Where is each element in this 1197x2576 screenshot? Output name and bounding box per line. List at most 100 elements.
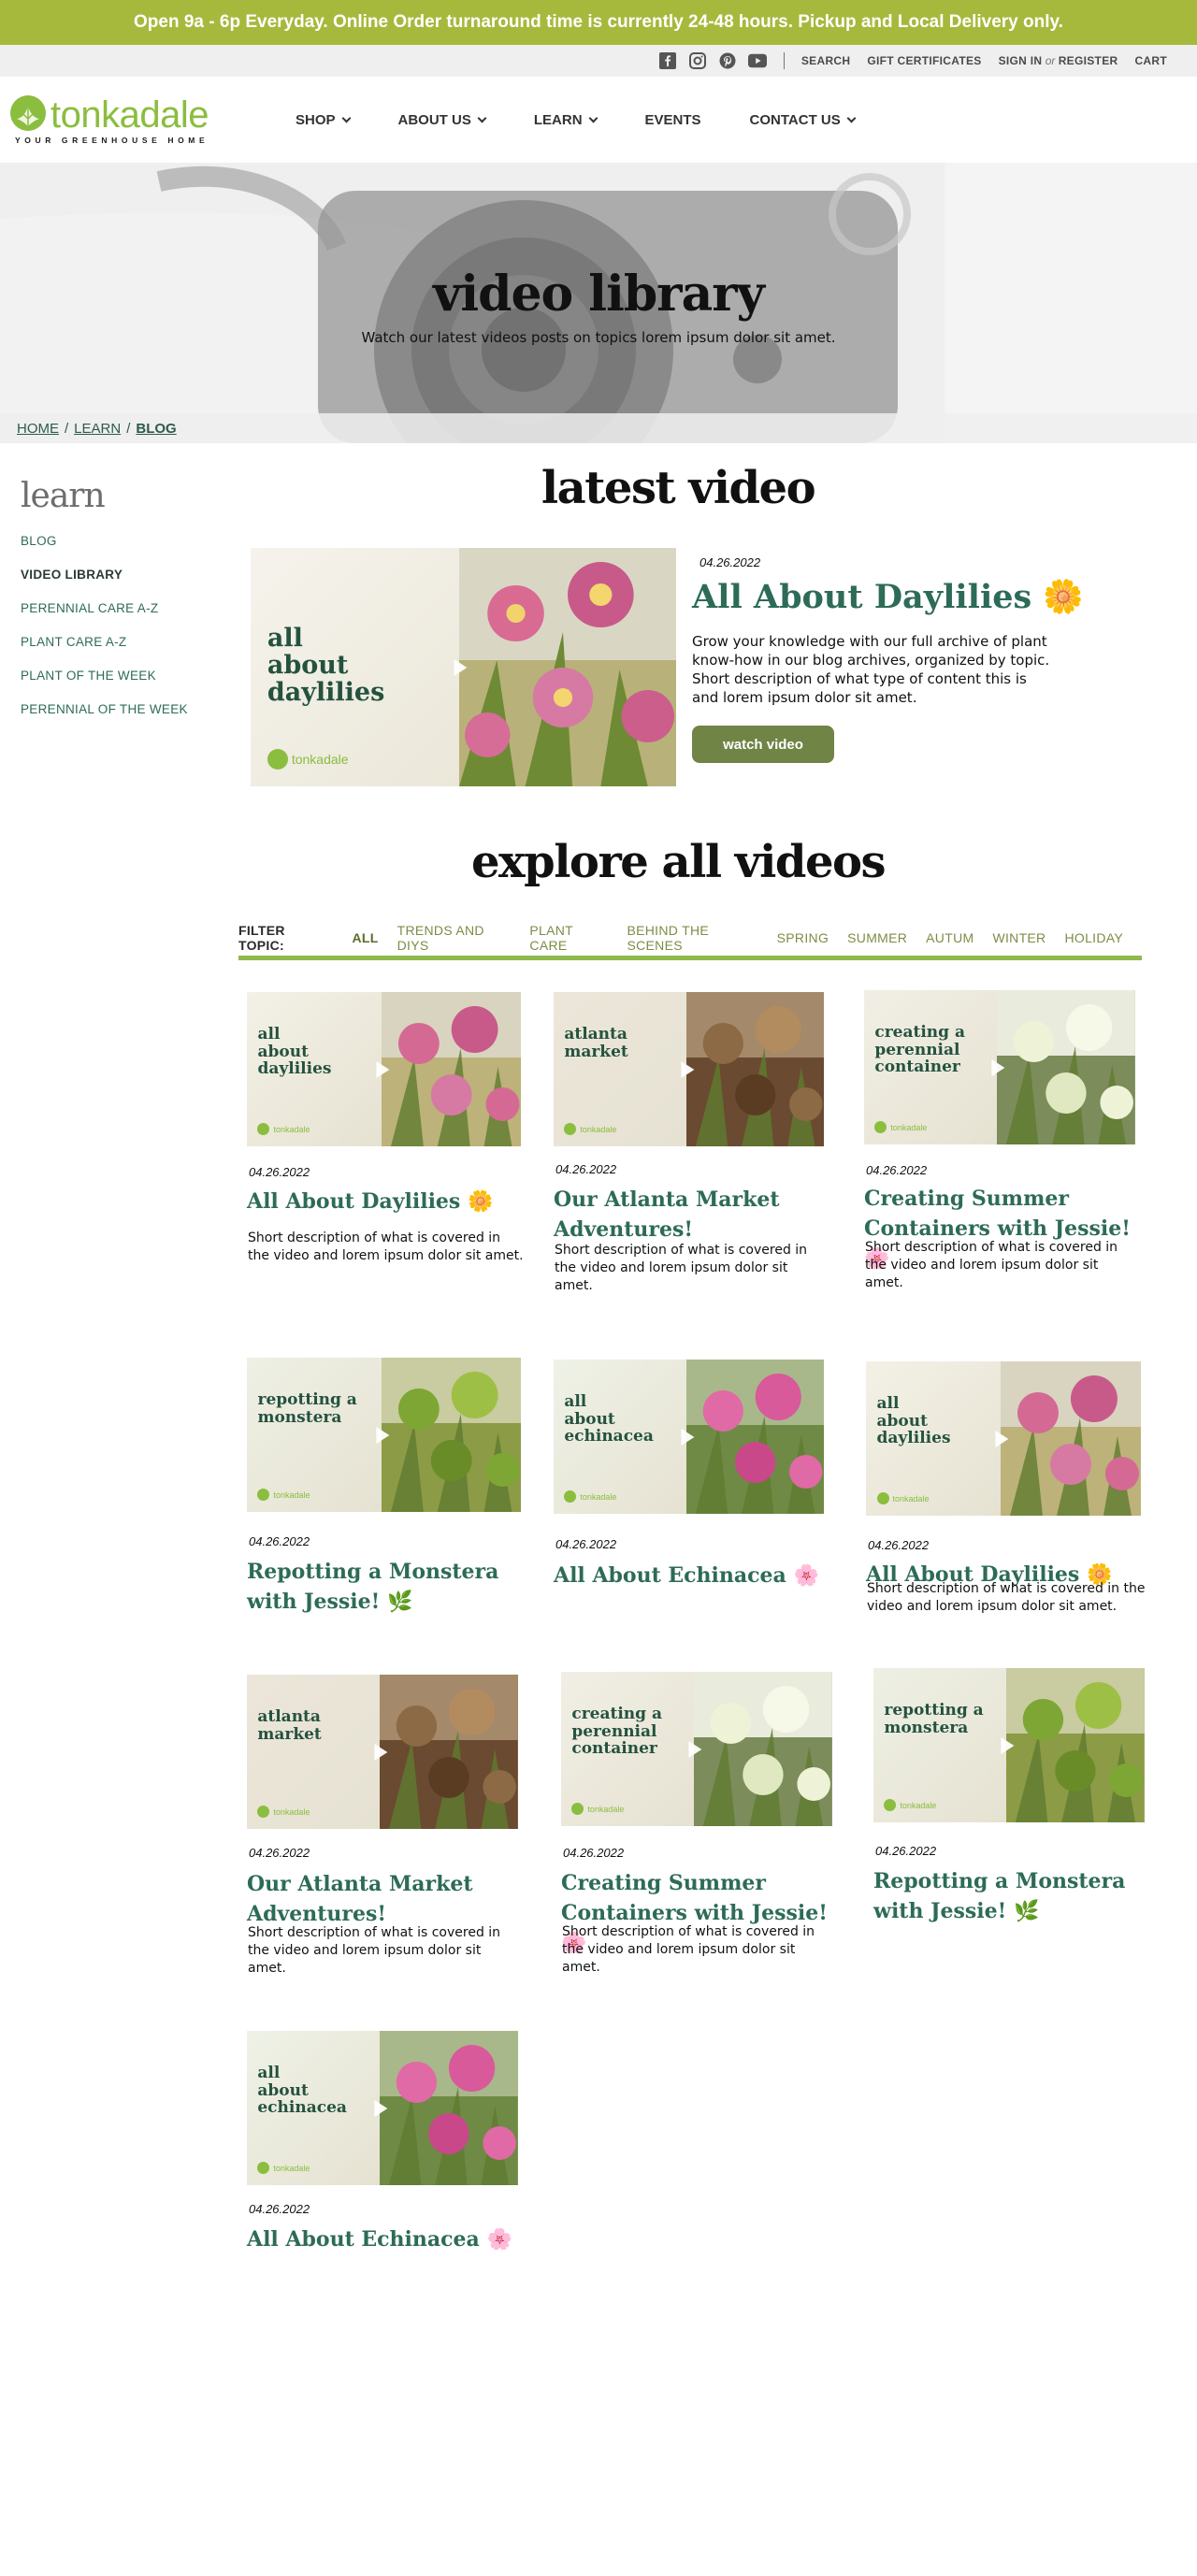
sidebar-item-perennial-of-week[interactable]: PERENNIAL OF THE WEEK xyxy=(21,700,226,734)
plant-photo-image xyxy=(694,1672,832,1826)
chevron-down-icon xyxy=(846,113,857,122)
nav-about-us[interactable]: ABOUT US xyxy=(374,112,510,128)
thumbnail-title-panel: repotting a monstera tonkadale xyxy=(873,1668,1007,1822)
sidebar-item-blog[interactable]: BLOG xyxy=(21,532,226,566)
instagram-icon[interactable] xyxy=(688,51,707,70)
leaf-logo-icon xyxy=(257,1123,270,1136)
latest-video-thumbnail[interactable]: all about daylilies tonkadale xyxy=(251,548,676,786)
filter-plant-care[interactable]: PLANT CARE xyxy=(529,923,608,953)
video-description: Short description of what is covered in … xyxy=(555,1243,808,1293)
filter-holiday[interactable]: HOLIDAY xyxy=(1064,930,1123,945)
latest-video-date: 04.26.2022 xyxy=(699,555,761,569)
filter-all[interactable]: ALL xyxy=(352,930,378,945)
breadcrumb: HOME / LEARN / BLOG xyxy=(0,413,1197,443)
sidebar-item-video-library[interactable]: VIDEO LIBRARY xyxy=(21,566,226,599)
video-date: 04.26.2022 xyxy=(249,1534,310,1548)
plant-photo-image xyxy=(685,992,824,1146)
plant-photo-image xyxy=(1006,1668,1145,1822)
leaf-logo-icon xyxy=(257,2162,270,2175)
video-thumbnail[interactable]: atlanta market tonkadale xyxy=(554,992,824,1146)
facebook-icon[interactable] xyxy=(658,51,677,70)
video-title[interactable]: Our Atlanta Market Adventures! xyxy=(247,1869,522,1929)
nav-events-label: EVENTS xyxy=(644,111,701,128)
latest-video-description: Grow your knowledge with our full archiv… xyxy=(692,633,1050,706)
play-icon xyxy=(374,1743,388,1761)
leaf-logo-icon xyxy=(876,1492,889,1505)
sidebar-item-plant-care[interactable]: PLANT CARE A-Z xyxy=(21,633,226,667)
breadcrumb-home[interactable]: HOME xyxy=(17,421,59,437)
video-thumbnail[interactable]: creating a perennial container tonkadale xyxy=(561,1672,832,1826)
site-logo[interactable]: tonkadale YOUR GREENHOUSE HOME xyxy=(9,94,224,145)
emoji-icon: 🌼 xyxy=(468,1190,494,1214)
flower-emoji-icon: 🌼 xyxy=(1043,579,1085,616)
thumbnail-brand: tonkadale xyxy=(874,1121,927,1134)
filter-spring[interactable]: SPRING xyxy=(777,930,829,945)
filter-winter[interactable]: WINTER xyxy=(992,930,1046,945)
thumbnail-photo xyxy=(380,1675,518,1829)
video-thumbnail[interactable]: all about echinacea tonkadale xyxy=(247,2031,518,2185)
thumbnail-brand-text: tonkadale xyxy=(273,2163,310,2173)
chevron-down-icon xyxy=(588,113,598,122)
thumbnail-title-panel: all about echinacea tonkadale xyxy=(247,2031,381,2185)
latest-video-title[interactable]: All About Daylilies 🌼 xyxy=(692,574,1084,621)
sidebar-item-plant-of-week[interactable]: PLANT OF THE WEEK xyxy=(21,667,226,700)
video-thumbnail[interactable]: repotting a monstera tonkadale xyxy=(873,1668,1145,1822)
sign-in-link[interactable]: SIGN IN xyxy=(999,54,1043,67)
video-title[interactable]: All About Daylilies 🌼 xyxy=(247,1187,525,1217)
sidebar-item-perennial-care[interactable]: PERENNIAL CARE A-Z xyxy=(21,599,226,633)
video-title[interactable]: Repotting a Monstera with Jessie! 🌿 xyxy=(873,1866,1148,1927)
register-link[interactable]: REGISTER xyxy=(1059,54,1118,67)
nav-events[interactable]: EVENTS xyxy=(621,112,726,128)
video-thumbnail[interactable]: all about daylilies tonkadale xyxy=(247,992,521,1146)
thumbnail-photo xyxy=(1001,1361,1141,1516)
announcement-text: Open 9a - 6p Everyday. Online Order turn… xyxy=(134,12,1063,32)
latest-video-heading: latest video xyxy=(541,462,816,514)
nav-about-label: ABOUT US xyxy=(397,111,471,128)
video-date: 04.26.2022 xyxy=(868,1538,930,1552)
video-title-text: Creating Summer Containers with Jessie! xyxy=(864,1187,1131,1241)
pinterest-icon[interactable] xyxy=(718,51,737,70)
breadcrumb-blog[interactable]: BLOG xyxy=(136,421,176,437)
breadcrumb-learn[interactable]: LEARN xyxy=(74,421,121,437)
thumbnail-title-panel: all about daylilies tonkadale xyxy=(251,548,459,786)
leaf-logo-icon xyxy=(257,1489,270,1502)
filter-underline xyxy=(238,956,1142,960)
leaf-logo-icon xyxy=(9,94,47,136)
filter-behind-scenes[interactable]: BEHIND THE SCENES xyxy=(627,923,758,953)
logo-wordmark: tonkadale xyxy=(50,94,209,136)
thumbnail-brand-text: tonkadale xyxy=(580,1491,617,1502)
explore-videos-heading: explore all videos xyxy=(470,836,887,888)
nav-shop[interactable]: SHOP xyxy=(271,112,374,128)
video-thumbnail[interactable]: repotting a monstera tonkadale xyxy=(247,1358,521,1512)
gift-certificates-link[interactable]: GIFT CERTIFICATES xyxy=(867,54,981,67)
latest-video-title-text: All About Daylilies xyxy=(692,578,1032,616)
youtube-icon[interactable] xyxy=(747,51,767,70)
watch-video-button[interactable]: watch video xyxy=(692,726,834,763)
thumbnail-photo xyxy=(685,992,824,1146)
video-title[interactable]: Repotting a Monstera with Jessie! 🌿 xyxy=(247,1557,525,1618)
video-thumbnail[interactable]: atlanta market tonkadale xyxy=(247,1675,518,1829)
thumbnail-brand-text: tonkadale xyxy=(900,1800,937,1810)
video-title-text: All About Echinacea xyxy=(554,1563,786,1588)
filter-autum[interactable]: AUTUM xyxy=(926,930,973,945)
play-icon xyxy=(375,1060,389,1078)
page-subtitle: Watch our latest videos posts on topics … xyxy=(361,329,836,346)
cart-link[interactable]: CART xyxy=(1134,54,1167,67)
nav-contact-us[interactable]: CONTACT US xyxy=(726,112,879,128)
search-link[interactable]: SEARCH xyxy=(801,54,850,67)
video-thumbnail[interactable]: all about echinacea tonkadale xyxy=(554,1360,824,1514)
video-thumbnail[interactable]: all about daylilies tonkadale xyxy=(866,1361,1141,1516)
thumbnail-text: all about echinacea xyxy=(257,2064,347,2118)
thumbnail-title-panel: all about echinacea tonkadale xyxy=(554,1360,686,1514)
utility-bar: SEARCH GIFT CERTIFICATES SIGN IN or REGI… xyxy=(0,45,1197,77)
filter-summer[interactable]: SUMMER xyxy=(847,930,907,945)
video-description: Short description of what is covered in … xyxy=(248,1230,524,1263)
video-date: 04.26.2022 xyxy=(555,1162,617,1176)
filter-trends-diys[interactable]: TRENDS AND DIYS xyxy=(397,923,512,953)
video-date: 04.26.2022 xyxy=(563,1846,625,1860)
video-title[interactable]: Our Atlanta Market Adventures! xyxy=(554,1185,828,1245)
nav-learn[interactable]: LEARN xyxy=(510,112,621,128)
video-title[interactable]: All About Echinacea 🌸 xyxy=(247,2224,522,2255)
video-thumbnail[interactable]: creating a perennial container tonkadale xyxy=(864,990,1135,1144)
video-title[interactable]: All About Echinacea 🌸 xyxy=(554,1561,828,1591)
